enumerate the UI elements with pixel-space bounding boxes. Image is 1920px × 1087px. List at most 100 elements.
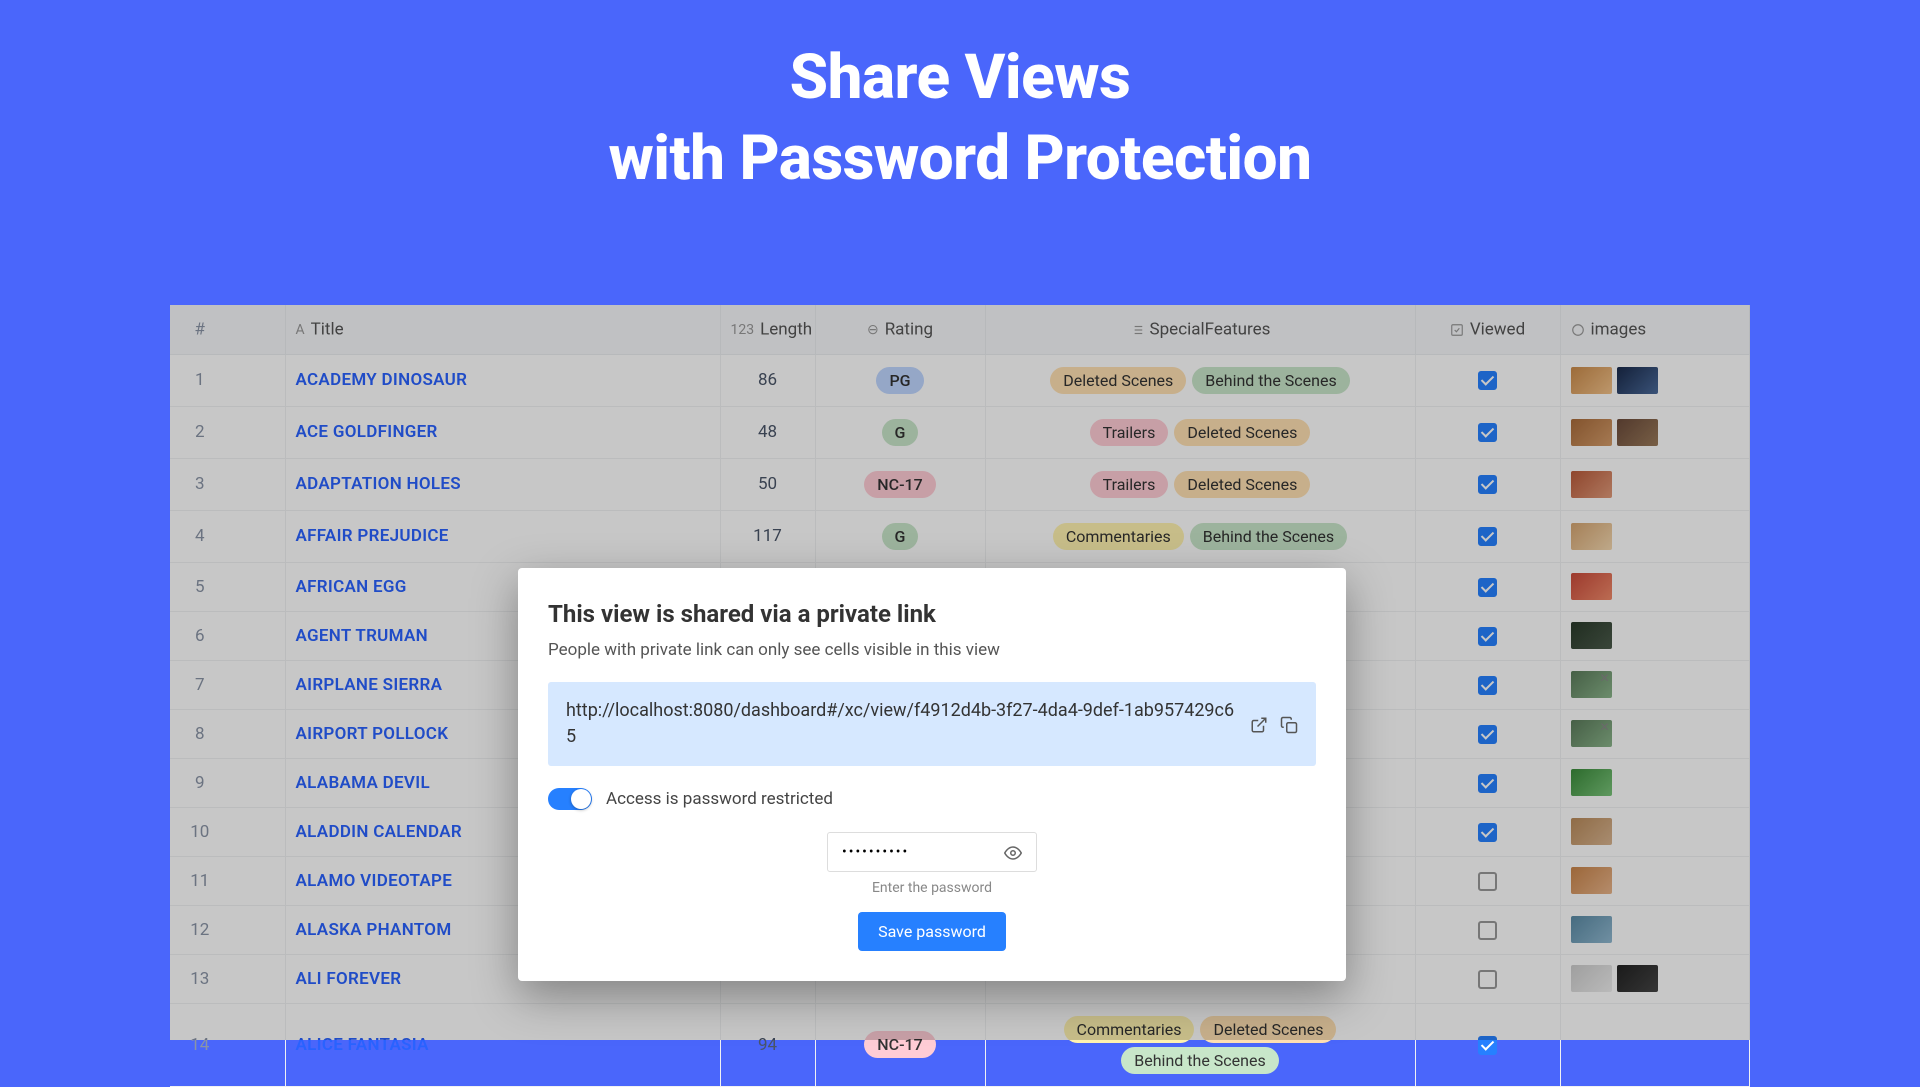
thumbnail[interactable] bbox=[1571, 573, 1612, 600]
viewed-checkbox[interactable] bbox=[1478, 527, 1497, 546]
thumbnails bbox=[1571, 523, 1740, 550]
table-row[interactable]: 4 AFFAIR PREJUDICE 117 G CommentariesBeh… bbox=[170, 510, 1750, 562]
feature-tag: Deleted Scenes bbox=[1050, 367, 1186, 394]
thumbnail[interactable] bbox=[1571, 818, 1612, 845]
length-cell[interactable]: 48 bbox=[720, 406, 815, 458]
title-link[interactable]: ALICE FANTASIA bbox=[296, 1035, 429, 1055]
rating-cell[interactable]: NC-17 bbox=[815, 458, 985, 510]
viewed-checkbox[interactable] bbox=[1478, 578, 1497, 597]
col-title: Title bbox=[311, 320, 344, 340]
row-number: 10 bbox=[170, 807, 285, 856]
save-password-button[interactable]: Save password bbox=[858, 912, 1006, 951]
table-row[interactable]: 2 ACE GOLDFINGER 48 G TrailersDeleted Sc… bbox=[170, 406, 1750, 458]
thumbnail[interactable] bbox=[1571, 419, 1612, 446]
table-row[interactable]: 3 ADAPTATION HOLES 50 NC-17 TrailersDele… bbox=[170, 458, 1750, 510]
rating-pill: G bbox=[882, 419, 919, 446]
rating-cell[interactable]: PG bbox=[815, 354, 985, 406]
feature-tag: Commentaries bbox=[1053, 523, 1184, 550]
rating-cell[interactable]: G bbox=[815, 510, 985, 562]
title-link[interactable]: ACADEMY DINOSAUR bbox=[296, 370, 468, 390]
thumbnail[interactable] bbox=[1571, 916, 1612, 943]
hero-line2: with Password Protection bbox=[609, 122, 1312, 195]
thumbnails bbox=[1571, 965, 1740, 992]
password-field-wrapper bbox=[827, 832, 1037, 872]
thumbnail[interactable] bbox=[1617, 419, 1658, 446]
rating-pill: NC-17 bbox=[864, 471, 935, 498]
title-link[interactable]: AFFAIR PREJUDICE bbox=[296, 526, 449, 546]
viewed-checkbox[interactable] bbox=[1478, 921, 1497, 940]
table-row[interactable]: 1 ACADEMY DINOSAUR 86 PG Deleted ScenesB… bbox=[170, 354, 1750, 406]
viewed-checkbox[interactable] bbox=[1478, 676, 1497, 695]
thumbnail[interactable] bbox=[1617, 367, 1658, 394]
feature-tag: Trailers bbox=[1090, 471, 1169, 498]
title-link[interactable]: AIRPORT POLLOCK bbox=[296, 724, 449, 744]
open-link-icon[interactable] bbox=[1250, 714, 1268, 734]
rating-cell[interactable]: G bbox=[815, 406, 985, 458]
title-link[interactable]: AFRICAN EGG bbox=[296, 577, 407, 597]
viewed-checkbox[interactable] bbox=[1478, 475, 1497, 494]
thumbnail[interactable] bbox=[1617, 965, 1658, 992]
viewed-checkbox[interactable] bbox=[1478, 627, 1497, 646]
row-number: 7 bbox=[170, 660, 285, 709]
modal-title: This view is shared via a private link bbox=[548, 600, 1316, 628]
thumbnail[interactable] bbox=[1571, 965, 1612, 992]
table-row[interactable]: 14 ALICE FANTASIA 94 NC-17 CommentariesD… bbox=[170, 1003, 1750, 1086]
number-type-icon: 123 bbox=[731, 322, 755, 338]
length-cell[interactable]: 94 bbox=[720, 1003, 815, 1086]
text-type-icon: A bbox=[296, 322, 305, 338]
thumbnail[interactable] bbox=[1571, 471, 1612, 498]
modal-subtitle: People with private link can only see ce… bbox=[548, 640, 1316, 660]
password-hint: Enter the password bbox=[548, 880, 1316, 896]
row-number: 13 bbox=[170, 954, 285, 1003]
thumbnails bbox=[1571, 419, 1740, 446]
title-link[interactable]: ALASKA PHANTOM bbox=[296, 920, 452, 940]
password-restrict-toggle[interactable] bbox=[548, 788, 592, 810]
viewed-checkbox[interactable] bbox=[1478, 774, 1497, 793]
copy-link-icon[interactable] bbox=[1280, 714, 1298, 734]
thumbnail[interactable] bbox=[1571, 769, 1612, 796]
viewed-checkbox[interactable] bbox=[1478, 1036, 1497, 1055]
features-cell[interactable]: CommentariesBehind the Scenes bbox=[985, 510, 1415, 562]
features-cell[interactable]: CommentariesDeleted ScenesBehind the Sce… bbox=[985, 1003, 1415, 1086]
length-cell[interactable]: 117 bbox=[720, 510, 815, 562]
viewed-checkbox[interactable] bbox=[1478, 872, 1497, 891]
rating-pill: NC-17 bbox=[864, 1031, 935, 1058]
title-link[interactable]: ALAMO VIDEOTAPE bbox=[296, 871, 453, 891]
col-number: # bbox=[195, 320, 205, 340]
thumbnail[interactable] bbox=[1571, 720, 1612, 747]
viewed-checkbox[interactable] bbox=[1478, 423, 1497, 442]
thumbnail[interactable] bbox=[1571, 367, 1612, 394]
viewed-checkbox[interactable] bbox=[1478, 823, 1497, 842]
thumbnails bbox=[1571, 818, 1740, 845]
rating-cell[interactable]: NC-17 bbox=[815, 1003, 985, 1086]
row-number: 1 bbox=[170, 354, 285, 406]
row-number: 12 bbox=[170, 905, 285, 954]
reveal-password-icon[interactable] bbox=[1004, 842, 1022, 862]
viewed-checkbox[interactable] bbox=[1478, 970, 1497, 989]
thumbnail[interactable] bbox=[1571, 867, 1612, 894]
password-input[interactable] bbox=[842, 844, 982, 860]
thumbnail[interactable] bbox=[1571, 671, 1612, 698]
length-cell[interactable]: 86 bbox=[720, 354, 815, 406]
title-link[interactable]: ALADDIN CALENDAR bbox=[296, 822, 462, 842]
row-number: 9 bbox=[170, 758, 285, 807]
row-number: 5 bbox=[170, 562, 285, 611]
features-cell[interactable]: TrailersDeleted Scenes bbox=[985, 406, 1415, 458]
title-link[interactable]: ACE GOLDFINGER bbox=[296, 422, 438, 442]
thumbnail[interactable] bbox=[1571, 622, 1612, 649]
title-link[interactable]: AGENT TRUMAN bbox=[296, 626, 428, 646]
title-link[interactable]: ALI FOREVER bbox=[296, 969, 402, 989]
title-link[interactable]: AIRPLANE SIERRA bbox=[296, 675, 443, 695]
title-link[interactable]: ADAPTATION HOLES bbox=[296, 474, 461, 494]
checkbox-type-icon bbox=[1450, 322, 1464, 338]
title-link[interactable]: ALABAMA DEVIL bbox=[296, 773, 430, 793]
share-url-text[interactable]: http://localhost:8080/dashboard#/xc/view… bbox=[566, 698, 1238, 750]
features-cell[interactable]: TrailersDeleted Scenes bbox=[985, 458, 1415, 510]
select-type-icon: ⊖ bbox=[867, 322, 879, 338]
thumbnail[interactable] bbox=[1571, 523, 1612, 550]
features-cell[interactable]: Deleted ScenesBehind the Scenes bbox=[985, 354, 1415, 406]
viewed-checkbox[interactable] bbox=[1478, 371, 1497, 390]
thumbnails bbox=[1571, 769, 1740, 796]
viewed-checkbox[interactable] bbox=[1478, 725, 1497, 744]
length-cell[interactable]: 50 bbox=[720, 458, 815, 510]
